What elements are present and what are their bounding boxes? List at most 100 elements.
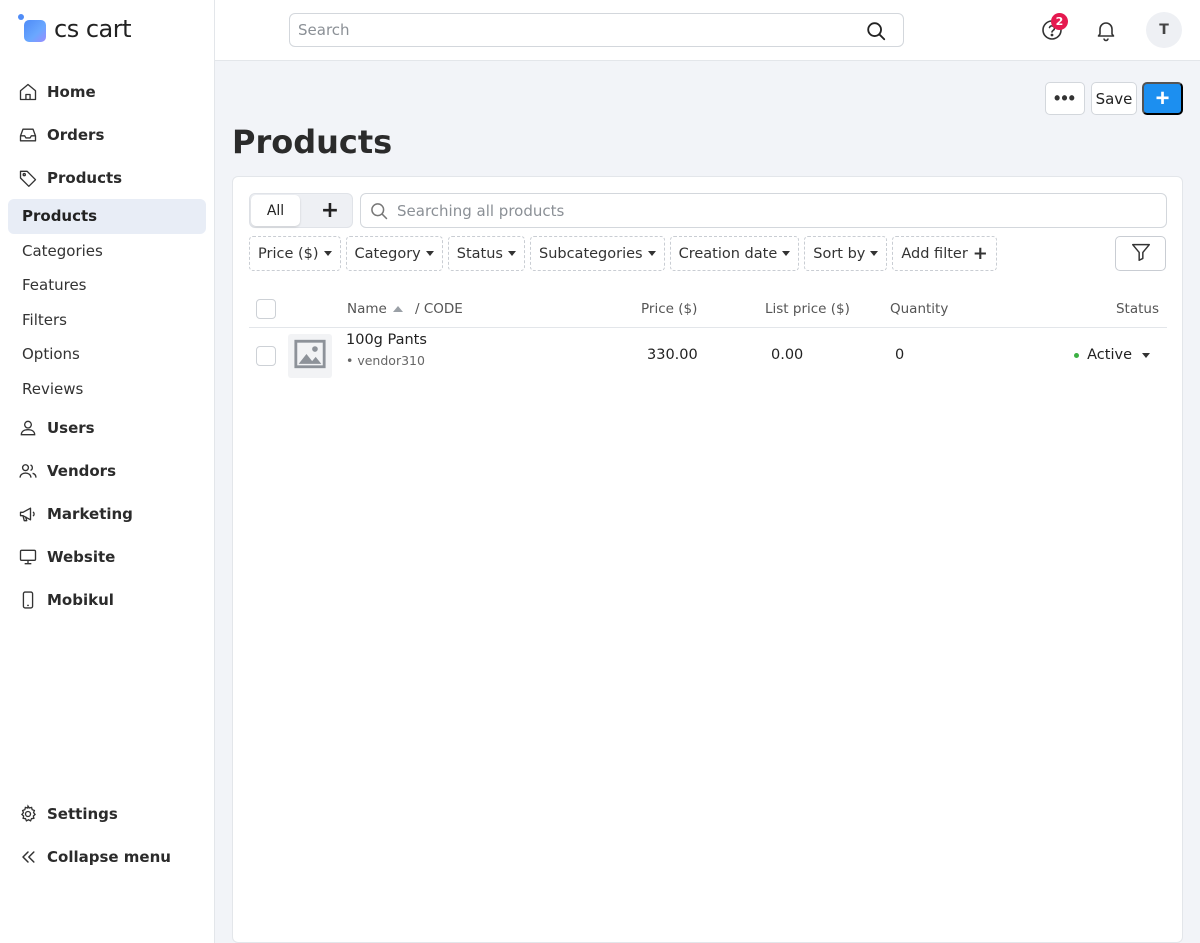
subnav-categories[interactable]: Categories <box>8 234 206 269</box>
bottom-nav: Settings Collapse menu <box>0 792 214 878</box>
top-bar: 2 T <box>215 0 1200 61</box>
smartphone-icon <box>18 590 38 610</box>
more-actions-button[interactable]: ••• <box>1045 82 1085 115</box>
add-tab-button[interactable]: + <box>308 195 352 226</box>
subnav-products[interactable]: Products <box>8 199 206 234</box>
row-checkbox[interactable] <box>256 346 276 366</box>
megaphone-icon <box>18 504 38 524</box>
bell-icon[interactable] <box>1094 18 1118 42</box>
global-search-input[interactable] <box>290 14 850 46</box>
status-label: Active <box>1087 347 1132 363</box>
filter-status[interactable]: Status <box>447 236 525 271</box>
gear-icon <box>18 803 38 824</box>
nav-item-label: Products <box>47 168 123 187</box>
filter-label: Subcategories <box>538 245 643 262</box>
add-filter-button[interactable]: Add filter + <box>892 236 997 271</box>
notification-badge: 2 <box>1051 13 1068 30</box>
nav-item-orders[interactable]: Orders <box>0 113 214 156</box>
filter-subcategories[interactable]: Subcategories <box>529 236 665 271</box>
filter-bar: Price ($) Category Status Subcategories … <box>249 236 1002 271</box>
header-price[interactable]: Price ($) <box>641 290 697 328</box>
status-active-dot-icon <box>1074 352 1080 358</box>
nav-item-products[interactable]: Products <box>0 156 214 199</box>
filter-creation-date[interactable]: Creation date <box>669 236 800 271</box>
logo-mark-icon <box>18 14 48 44</box>
main-nav: Home Orders Products Products Categories… <box>0 70 214 621</box>
tab-all[interactable]: All <box>251 195 300 226</box>
products-card: All + Price ($) Category Status Subcateg… <box>232 176 1183 943</box>
header-status[interactable]: Status <box>1116 290 1159 328</box>
caret-down-icon <box>870 251 879 256</box>
monitor-icon <box>18 547 38 567</box>
filter-price[interactable]: Price ($) <box>249 236 341 271</box>
user-avatar[interactable]: T <box>1146 12 1182 48</box>
product-thumbnail[interactable] <box>288 334 332 378</box>
status-dropdown[interactable]: Active <box>1074 347 1150 363</box>
user-icon <box>18 418 38 438</box>
funnel-icon <box>1130 241 1152 267</box>
header-code[interactable]: / CODE <box>415 290 463 328</box>
nav-item-vendors[interactable]: Vendors <box>0 449 214 492</box>
nav-item-label: Home <box>47 82 96 101</box>
header-name[interactable]: Name <box>347 290 403 328</box>
caret-down-icon <box>647 251 656 256</box>
subnav-features[interactable]: Features <box>8 268 206 303</box>
product-name-link[interactable]: 100g Pants <box>346 332 427 348</box>
filter-label: Status <box>456 245 503 262</box>
nav-item-label: Marketing <box>47 504 133 523</box>
product-quantity[interactable]: 0 <box>895 347 904 363</box>
nav-item-settings[interactable]: Settings <box>0 792 214 835</box>
nav-item-mobikul[interactable]: Mobikul <box>0 578 214 621</box>
search-icon <box>369 201 389 221</box>
sort-asc-icon <box>392 306 403 312</box>
nav-item-marketing[interactable]: Marketing <box>0 492 214 535</box>
product-search <box>360 193 1167 228</box>
add-product-button[interactable]: + <box>1142 82 1183 115</box>
nav-item-label: Website <box>47 547 116 566</box>
filter-toggle-button[interactable] <box>1115 236 1166 271</box>
header-list-price[interactable]: List price ($) <box>765 290 850 328</box>
nav-item-label: Vendors <box>47 461 117 480</box>
sidebar: cs cart Home Orders Products Products Ca… <box>0 0 215 943</box>
nav-item-home[interactable]: Home <box>0 70 214 113</box>
table-header: Name / CODE Price ($) List price ($) Qua… <box>249 290 1167 328</box>
filter-label: Category <box>354 245 421 262</box>
products-submenu: Products Categories Features Filters Opt… <box>0 199 214 406</box>
home-icon <box>18 82 38 102</box>
plus-icon: + <box>972 243 988 264</box>
product-list-price[interactable]: 0.00 <box>771 347 803 363</box>
product-price[interactable]: 330.00 <box>647 347 698 363</box>
header-quantity[interactable]: Quantity <box>890 290 948 328</box>
caret-down-icon <box>1142 352 1150 358</box>
users-icon <box>18 461 38 481</box>
nav-item-label: Orders <box>47 125 105 144</box>
select-all-checkbox[interactable] <box>256 299 276 319</box>
table-row[interactable]: 100g Pants • vendor310 330.00 0.00 0 Act… <box>249 328 1167 386</box>
product-search-input[interactable] <box>397 194 1157 227</box>
nav-item-collapse-menu[interactable]: Collapse menu <box>0 835 214 878</box>
nav-item-label: Settings <box>47 804 118 823</box>
nav-item-label: Mobikul <box>47 590 114 609</box>
filter-label: Price ($) <box>258 245 319 262</box>
save-button[interactable]: Save <box>1091 82 1137 115</box>
chevrons-left-icon <box>18 847 38 867</box>
cs-cart-logo[interactable]: cs cart <box>18 12 132 46</box>
nav-item-label: Users <box>47 418 95 437</box>
add-filter-label: Add filter <box>901 245 968 262</box>
header-name-label: Name <box>347 301 387 317</box>
filter-category[interactable]: Category <box>345 236 443 271</box>
subnav-options[interactable]: Options <box>8 337 206 372</box>
caret-down-icon <box>782 251 791 256</box>
nav-item-website[interactable]: Website <box>0 535 214 578</box>
nav-item-label: Collapse menu <box>47 847 171 866</box>
search-icon[interactable] <box>865 20 887 42</box>
caret-down-icon <box>425 251 434 256</box>
filter-label: Creation date <box>678 245 778 262</box>
filter-sort-by[interactable]: Sort by <box>804 236 888 271</box>
inbox-icon <box>18 125 38 145</box>
subnav-filters[interactable]: Filters <box>8 303 206 338</box>
page-title: Products <box>232 123 393 161</box>
subnav-reviews[interactable]: Reviews <box>8 372 206 407</box>
nav-item-users[interactable]: Users <box>0 406 214 449</box>
filter-label: Sort by <box>813 245 866 262</box>
